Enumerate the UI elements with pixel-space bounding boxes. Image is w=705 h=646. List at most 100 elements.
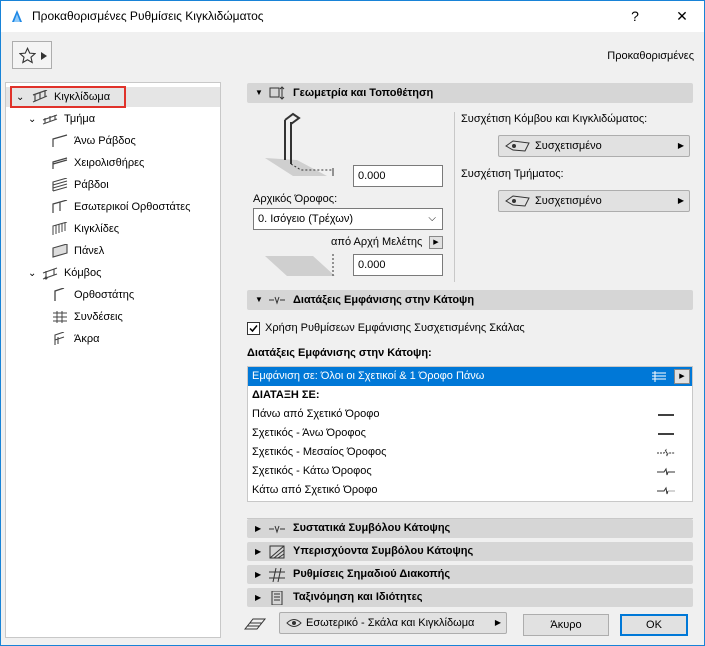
tree-item-label: Συνδέσεις <box>74 311 123 323</box>
section-title: Γεωμετρία και Τοποθέτηση <box>293 87 434 99</box>
show-on-label: Εμφάνιση σε: Όλοι οι Σχετικοί & 1 Όροφο … <box>252 370 485 382</box>
use-stair-settings-checkbox[interactable] <box>247 322 260 335</box>
tree-item-connections[interactable]: Συνδέσεις <box>6 307 220 327</box>
section-title: Ρυθμίσεις Σημαδιού Διακοπής <box>293 568 451 580</box>
layer-popup[interactable]: Εσωτερικό - Σκάλα και Κιγκλίδωμα ▶ <box>279 612 507 634</box>
section-symbol-components-header[interactable]: ▶ Συστατικά Συμβόλου Κάτοψης <box>247 519 693 538</box>
list-item[interactable]: Κάτω από Σχετικό Όροφο <box>248 481 692 500</box>
section-symbol-override-header[interactable]: ▶ Υπερισχύοντα Συμβόλου Κάτοψης <box>247 542 693 561</box>
tree-item-balusters[interactable]: Κιγκλίδες <box>6 219 220 239</box>
chevron-right-icon: ▶ <box>677 196 684 205</box>
use-stair-settings-label[interactable]: Χρήση Ρυθμίσεων Εμφάνισης Συσχετισμένης … <box>265 322 525 334</box>
tree-item-ends[interactable]: Άκρα <box>6 329 220 349</box>
break-solid-line-icon <box>657 467 675 476</box>
panel-icon <box>52 244 68 258</box>
show-on-row[interactable]: Εμφάνιση σε: Όλοι οι Σχετικοί & 1 Όροφο … <box>248 367 692 386</box>
tree-item-top-rail[interactable]: Άνω Ράβδος <box>6 131 220 151</box>
tree-item-label: Κιγκλίδες <box>74 223 120 235</box>
section-break-mark-header[interactable]: ▶ Ρυθμίσεις Σημαδιού Διακοπής <box>247 565 693 584</box>
offset-diagram <box>265 254 335 276</box>
list-item[interactable]: Σχετικός - Κάτω Όροφος <box>248 462 692 481</box>
display-layout-list: Εμφάνιση σε: Όλοι οι Σχετικοί & 1 Όροφο … <box>247 366 693 502</box>
list-item-label: Πάνω από Σχετικό Όροφο <box>252 408 380 420</box>
close-button[interactable]: ✕ <box>670 5 694 27</box>
tree-item-inner-posts[interactable]: Εσωτερικοί Ορθοστάτες <box>6 197 220 217</box>
favorites-button[interactable] <box>12 41 52 69</box>
node-icon <box>42 267 58 280</box>
collapse-arrow-icon[interactable]: ▼ <box>255 290 263 310</box>
symbol-components-icon <box>269 525 285 534</box>
node-assoc-label: Συσχέτιση Κόμβου και Κιγκλιδώματος: <box>461 113 648 125</box>
layout-list-icon <box>652 371 666 382</box>
solid-line-icon <box>658 414 674 416</box>
home-story-select[interactable]: 0. Ισόγειο (Τρέχων) ⌵ <box>253 208 443 230</box>
section-title: Διατάξεις Εμφάνισης στην Κάτοψη <box>293 294 475 306</box>
expand-arrow-icon[interactable]: ▶ <box>255 565 261 584</box>
list-item[interactable]: Σχετικός - Άνω Όροφος <box>248 424 692 443</box>
section-title: Συστατικά Συμβόλου Κάτοψης <box>293 522 451 534</box>
tree-item-post[interactable]: Ορθοστάτης <box>6 285 220 305</box>
node-assoc-popup[interactable]: Συσχετισμένο ▶ <box>498 135 690 157</box>
railing-geometry-diagram <box>265 112 334 176</box>
collapse-arrow-icon[interactable]: ▼ <box>255 83 263 103</box>
inner-post-icon <box>52 200 68 213</box>
list-item-label: Σχετικός - Κάτω Όροφος <box>252 465 372 477</box>
chevron-right-icon: ▶ <box>494 618 501 627</box>
list-item[interactable]: Σχετικός - Μεσαίος Όροφος <box>248 443 692 462</box>
home-story-label: Αρχικός Όροφος: <box>253 193 338 205</box>
post-icon <box>54 288 65 301</box>
segment-icon <box>42 114 58 125</box>
home-story-value: 0. Ισόγειο (Τρέχων) <box>258 213 353 225</box>
expand-arrow-icon[interactable]: ▶ <box>255 588 261 607</box>
railing-height-input[interactable]: 0.000 <box>353 165 443 187</box>
tree-item-label: Ράβδοι <box>74 179 109 191</box>
tree-item-label: Άκρα <box>74 333 100 345</box>
tree-item-panel[interactable]: Πάνελ <box>6 241 220 261</box>
tree-item-rails[interactable]: Ράβδοι <box>6 175 220 195</box>
selection-highlight-box <box>10 86 126 108</box>
break-mark-icon <box>269 568 285 582</box>
chevron-right-icon <box>41 52 47 60</box>
show-on-menu-button[interactable]: ▶ <box>674 369 690 384</box>
chevron-right-icon: ▶ <box>677 141 684 150</box>
offset-input[interactable]: 0.000 <box>353 254 443 276</box>
title-bar[interactable]: Προκαθορισμένες Ρυθμίσεις Κιγκλιδώματος … <box>1 1 704 32</box>
toolbar: Προκαθορισμένες <box>1 32 704 80</box>
expand-arrow-icon[interactable]: ▶ <box>255 542 261 561</box>
tree-item-label: Τμήμα <box>64 113 96 125</box>
layer-value: Εσωτερικό - Σκάλα και Κιγκλίδωμα <box>306 617 475 629</box>
segment-assoc-value: Συσχετισμένο <box>535 195 602 207</box>
section-floorplan-header[interactable]: ▼ Διατάξεις Εμφάνισης στην Κάτοψη <box>247 290 693 310</box>
ok-button[interactable]: OK <box>620 614 688 636</box>
node-assoc-value: Συσχετισμένο <box>535 140 602 152</box>
list-item[interactable]: Πάνω από Σχετικό Όροφο <box>248 405 692 424</box>
display-list-title: Διατάξεις Εμφάνισης στην Κάτοψη: <box>247 347 432 359</box>
tree-item-label: Πάνελ <box>74 245 105 257</box>
tree-item-label: Άνω Ράβδος <box>74 135 136 147</box>
handrail-icon <box>52 157 68 169</box>
cancel-button[interactable]: Άκυρο <box>523 614 609 636</box>
dialog-window: Προκαθορισμένες Ρυθμίσεις Κιγκλιδώματος … <box>0 0 705 646</box>
expand-toggle-icon[interactable]: ⌄ <box>28 110 36 130</box>
list-item-label: Σχετικός - Μεσαίος Όροφος <box>252 446 387 458</box>
archicad-app-icon <box>12 10 22 22</box>
associated-icon <box>505 195 530 207</box>
symbol-override-icon <box>269 545 285 559</box>
connections-icon <box>53 311 67 323</box>
section-classification-header[interactable]: ▶ Ταξινόμηση και Ιδιότητες <box>247 588 693 607</box>
help-button[interactable]: ? <box>623 5 647 27</box>
tree-item-label: Χειρολισθήρες <box>74 157 145 169</box>
expand-toggle-icon[interactable]: ⌄ <box>28 264 36 284</box>
settings-tree: ⌄ Κιγκλίδωμα ⌄ Τμήμα Άνω Ράβδος Χειρολισ… <box>5 82 221 638</box>
section-title: Ταξινόμηση και Ιδιότητες <box>293 591 423 603</box>
section-geometry-header[interactable]: ▼ Γεωμετρία και Τοποθέτηση <box>247 83 693 103</box>
segment-assoc-popup[interactable]: Συσχετισμένο ▶ <box>498 190 690 212</box>
eye-icon <box>286 619 302 627</box>
tree-item-handrails[interactable]: Χειρολισθήρες <box>6 153 220 173</box>
tree-item-segment[interactable]: ⌄ Τμήμα <box>6 109 220 129</box>
layer-icon <box>243 618 267 630</box>
break-end-line-icon <box>657 486 675 495</box>
offset-reference-button[interactable]: ▶ <box>429 236 443 249</box>
expand-arrow-icon[interactable]: ▶ <box>255 519 261 538</box>
tree-item-node[interactable]: ⌄ Κόμβος <box>6 263 220 283</box>
